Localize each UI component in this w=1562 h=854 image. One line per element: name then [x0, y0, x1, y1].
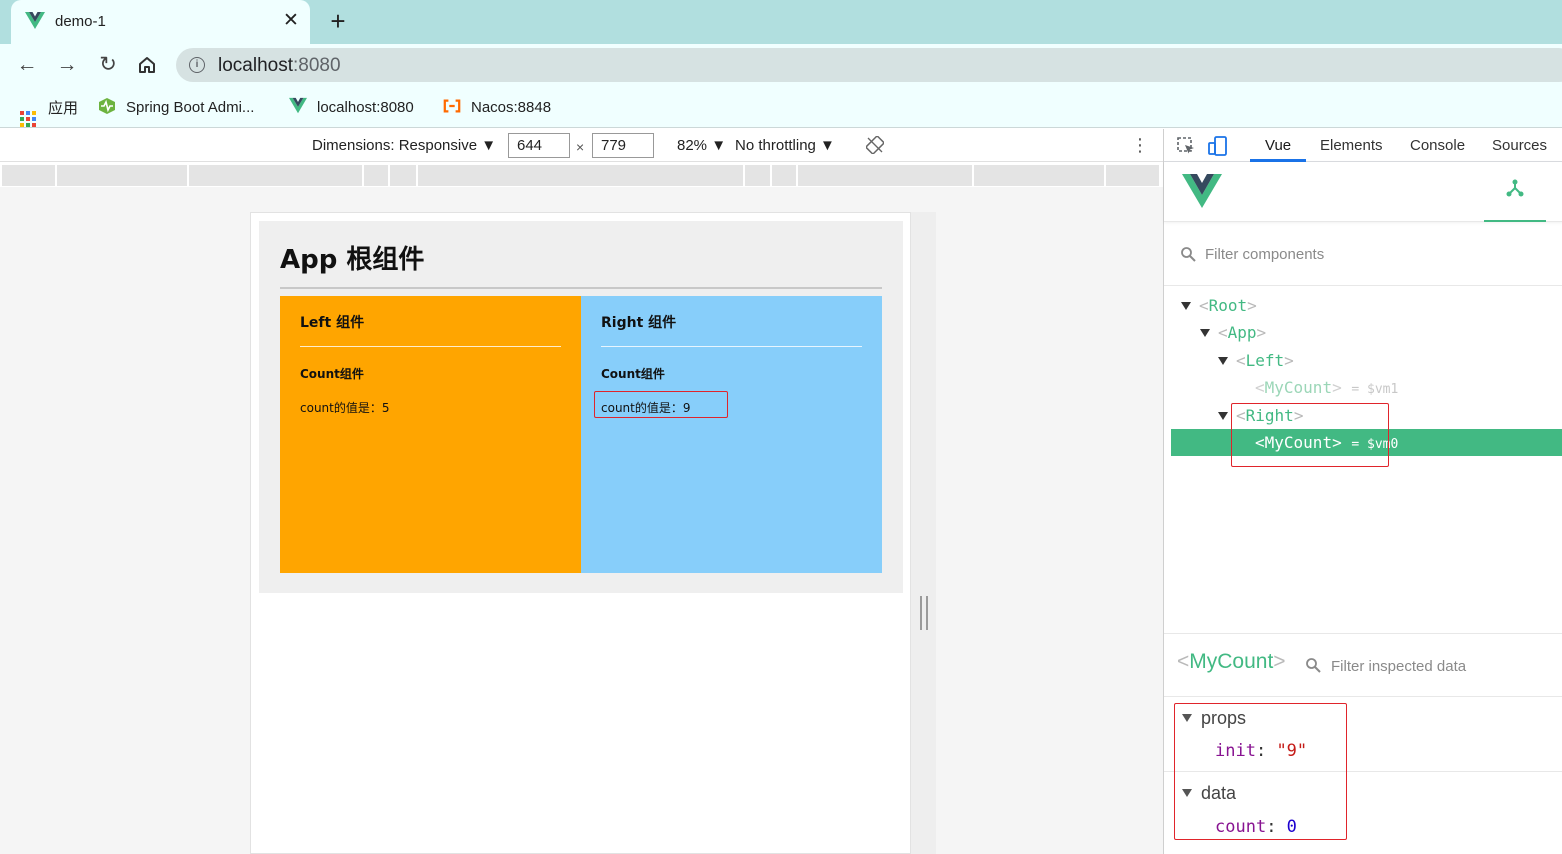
inspector-header: <MyCount> Filter inspected data — [1164, 634, 1562, 697]
filter-components-input[interactable]: Filter components — [1205, 246, 1324, 263]
resize-handle[interactable] — [920, 596, 928, 630]
resize-gutter — [911, 212, 936, 854]
inspect-element-icon[interactable] — [1176, 136, 1196, 156]
expand-arrow-icon[interactable] — [1181, 302, 1191, 310]
vue-icon — [289, 97, 307, 114]
ruler-segment[interactable] — [390, 165, 418, 186]
left-count-value: count的值是：5 — [300, 401, 390, 415]
more-options-icon[interactable]: ⋮ — [1131, 135, 1149, 155]
apps-grid-icon — [20, 111, 36, 127]
forward-arrow-icon[interactable]: → — [54, 52, 80, 78]
filter-components[interactable]: Filter components — [1164, 222, 1562, 286]
inspected-component-name: <MyCount> — [1177, 650, 1286, 673]
components-tab[interactable] — [1484, 174, 1546, 222]
component-tree-icon — [1506, 179, 1524, 197]
bookmark-localhost[interactable]: localhost:8080 — [289, 97, 414, 117]
reload-icon[interactable]: ↻ — [95, 52, 121, 78]
right-count-title: Count组件 — [601, 367, 665, 381]
throttling-dropdown[interactable]: No throttling ▼ — [735, 137, 835, 154]
ruler-segment[interactable] — [364, 165, 390, 186]
devtools-panel: Vue Elements Console Sources Filter comp… — [1163, 129, 1562, 854]
spring-boot-admin-icon — [99, 98, 115, 114]
search-icon — [1306, 658, 1321, 673]
ruler-segment[interactable] — [418, 165, 745, 186]
close-tab-icon[interactable]: ✕ — [279, 9, 303, 33]
back-arrow-icon[interactable]: ← — [14, 52, 40, 78]
tab-title: demo-1 — [55, 13, 106, 30]
browser-toolbar: ← → ↻ i localhost:8080 — [0, 44, 1562, 86]
tab-console[interactable]: Console — [1410, 137, 1465, 154]
nacos-icon — [443, 99, 461, 113]
bookmark-spring-boot-admin[interactable]: Spring Boot Admi... — [98, 97, 254, 117]
right-component: Right 组件 Count组件 count的值是：9 — [581, 296, 882, 573]
width-input[interactable]: 644 — [508, 133, 570, 158]
home-icon[interactable] — [134, 52, 160, 78]
vue-logo-icon — [1182, 174, 1222, 208]
tab-elements[interactable]: Elements — [1320, 137, 1383, 154]
browser-tab[interactable]: demo-1 ✕ — [11, 0, 310, 44]
media-query-ruler — [0, 162, 1163, 187]
highlight-box — [1174, 703, 1347, 840]
height-input[interactable]: 779 — [592, 133, 654, 158]
right-divider — [601, 346, 862, 347]
vue-devtools-header — [1164, 162, 1562, 222]
tab-strip: demo-1 ✕ + — [0, 0, 1562, 44]
url-text: localhost:8080 — [218, 55, 341, 76]
ruler-segment[interactable] — [745, 165, 772, 186]
left-divider — [300, 346, 561, 347]
app-divider — [280, 287, 882, 289]
ruler-segment[interactable] — [798, 165, 974, 186]
rotate-icon[interactable] — [866, 136, 884, 154]
ruler-segment[interactable] — [57, 165, 189, 186]
dimensions-dropdown[interactable]: Dimensions: Responsive ▼ — [312, 137, 496, 154]
filter-inspected-input[interactable]: Filter inspected data — [1331, 658, 1466, 675]
tab-vue[interactable]: Vue — [1265, 137, 1291, 154]
tab-sources[interactable]: Sources — [1492, 137, 1547, 154]
ruler-segment[interactable] — [772, 165, 798, 186]
tree-node-mycount-1[interactable]: <MyCount> = $vm1 — [1255, 374, 1398, 401]
bookmarks-bar: 应用 Spring Boot Admi... localhost:8080 Na… — [0, 86, 1562, 128]
vue-icon — [25, 12, 45, 29]
ruler-segment[interactable] — [1106, 165, 1161, 186]
ruler-segment[interactable] — [189, 165, 364, 186]
bookmark-nacos[interactable]: Nacos:8848 — [443, 97, 551, 117]
device-toggle-icon[interactable] — [1208, 136, 1228, 156]
ruler-segment[interactable] — [2, 165, 57, 186]
expand-arrow-icon[interactable] — [1200, 329, 1210, 337]
search-icon — [1181, 247, 1196, 262]
left-component: Left 组件 Count组件 count的值是：5 — [280, 296, 581, 573]
expand-arrow-icon[interactable] — [1218, 357, 1228, 365]
highlight-box — [594, 391, 728, 418]
dimension-separator: × — [576, 139, 585, 155]
tree-node-root[interactable]: <Root> — [1181, 292, 1257, 319]
devtools-tab-bar: Vue Elements Console Sources — [1164, 129, 1562, 162]
tree-node-left[interactable]: <Left> — [1218, 347, 1294, 374]
expand-arrow-icon[interactable] — [1218, 412, 1228, 420]
new-tab-button[interactable]: + — [323, 7, 353, 37]
left-title: Left 组件 — [300, 315, 365, 331]
tree-node-app[interactable]: <App> — [1200, 319, 1266, 346]
highlight-box — [1231, 403, 1389, 467]
ruler-segment[interactable] — [974, 165, 1106, 186]
bookmark-apps[interactable]: 应用 — [20, 97, 78, 127]
left-count-title: Count组件 — [300, 367, 364, 381]
address-bar[interactable]: i localhost:8080 — [176, 48, 1562, 82]
app-title: App 根组件 — [280, 245, 425, 275]
right-title: Right 组件 — [601, 315, 677, 331]
info-icon[interactable]: i — [189, 57, 205, 73]
device-toolbar: Dimensions: Responsive ▼ 644 × 779 82% ▼… — [0, 129, 1163, 162]
zoom-dropdown[interactable]: 82% ▼ — [677, 137, 726, 154]
